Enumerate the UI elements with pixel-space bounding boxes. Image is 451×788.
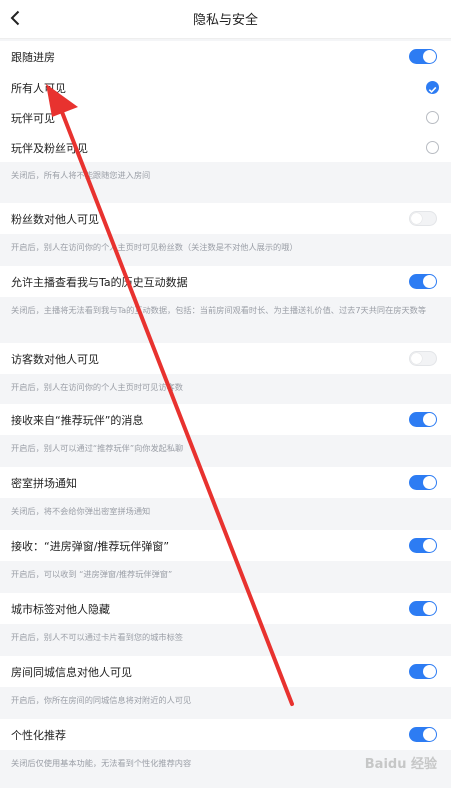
fans-count-toggle[interactable] [409, 211, 437, 226]
option-everyone-visible[interactable]: 所有人可见 [0, 72, 451, 102]
setting-personalized-recommend: 个性化推荐 [0, 719, 451, 750]
host-view-toggle[interactable] [409, 274, 437, 289]
watermark: Baidu 经验 [364, 757, 437, 772]
setting-popup: 接收：“进房弹窗/推荐玩伴弹窗” [0, 530, 451, 561]
personalized-toggle[interactable] [409, 727, 437, 742]
escape-room-toggle[interactable] [409, 475, 437, 490]
setting-label: 允许主播查看我与Ta的历史互动数据 [11, 276, 188, 289]
setting-description: 关闭后，所有人将不能跟随您进入房间 [0, 162, 451, 193]
setting-label: 房间同城信息对他人可见 [11, 666, 132, 679]
setting-description: 关闭后，将不会给你弹出密室拼场通知 [0, 498, 451, 530]
setting-recommend-messages: 接收来自“推荐玩伴”的消息 [0, 404, 451, 435]
follow-room-toggle[interactable] [409, 49, 437, 64]
option-label: 玩伴可见 [11, 112, 55, 125]
setting-label: 接收：“进房弹窗/推荐玩伴弹窗” [11, 540, 170, 553]
visitor-count-toggle[interactable] [409, 351, 437, 366]
setting-fans-count: 粉丝数对他人可见 [0, 203, 451, 234]
setting-description: 开启后，别人不可以通过卡片看到您的城市标签 [0, 624, 451, 656]
setting-label: 密室拼场通知 [11, 477, 77, 490]
setting-room-city-info: 房间同城信息对他人可见 [0, 656, 451, 687]
option-label: 玩伴及粉丝可见 [11, 142, 88, 155]
top-bar: 隐私与安全 [0, 0, 451, 39]
option-partners-visible[interactable]: 玩伴可见 [0, 102, 451, 132]
setting-follow-room: 跟随进房 [0, 41, 451, 72]
setting-description: 开启后，别人在访问你的个人主页时可见粉丝数（关注数是不对他人展示的哦） [0, 234, 451, 262]
radio-button[interactable] [426, 141, 439, 154]
setting-label: 粉丝数对他人可见 [11, 213, 99, 226]
checkmark-icon[interactable] [426, 81, 439, 94]
popup-toggle[interactable] [409, 538, 437, 553]
setting-description: 开启后，你所在房间的同城信息将对附近的人可见 [0, 687, 451, 719]
recommend-messages-toggle[interactable] [409, 412, 437, 427]
setting-host-view-data: 允许主播查看我与Ta的历史互动数据 [0, 266, 451, 297]
setting-label: 城市标签对他人隐藏 [11, 603, 110, 616]
setting-label: 接收来自“推荐玩伴”的消息 [11, 414, 144, 427]
setting-description: 开启后，别人在访问你的个人主页时可见访客数 [0, 374, 451, 404]
setting-description: 开启后，别人可以通过“推荐玩伴”向你发起私聊 [0, 435, 451, 467]
setting-visitor-count: 访客数对他人可见 [0, 343, 451, 374]
radio-button[interactable] [426, 111, 439, 124]
option-partners-fans-visible[interactable]: 玩伴及粉丝可见 [0, 132, 451, 162]
setting-city-tag-hidden: 城市标签对他人隐藏 [0, 593, 451, 624]
setting-label: 跟随进房 [11, 51, 55, 64]
setting-label: 访客数对他人可见 [11, 353, 99, 366]
setting-label: 个性化推荐 [11, 729, 66, 742]
room-city-toggle[interactable] [409, 664, 437, 679]
option-label: 所有人可见 [11, 82, 66, 95]
city-tag-toggle[interactable] [409, 601, 437, 616]
setting-description: 关闭后，主播将无法看到我与Ta的互动数据，包括：当前房间观看时长、为主播送礼价值… [0, 297, 451, 339]
setting-description: 开启后，可以收到 “进房弹窗/推荐玩伴弹窗” [0, 561, 451, 593]
page-title: 隐私与安全 [192, 13, 258, 28]
setting-escape-room-notice: 密室拼场通知 [0, 467, 451, 498]
